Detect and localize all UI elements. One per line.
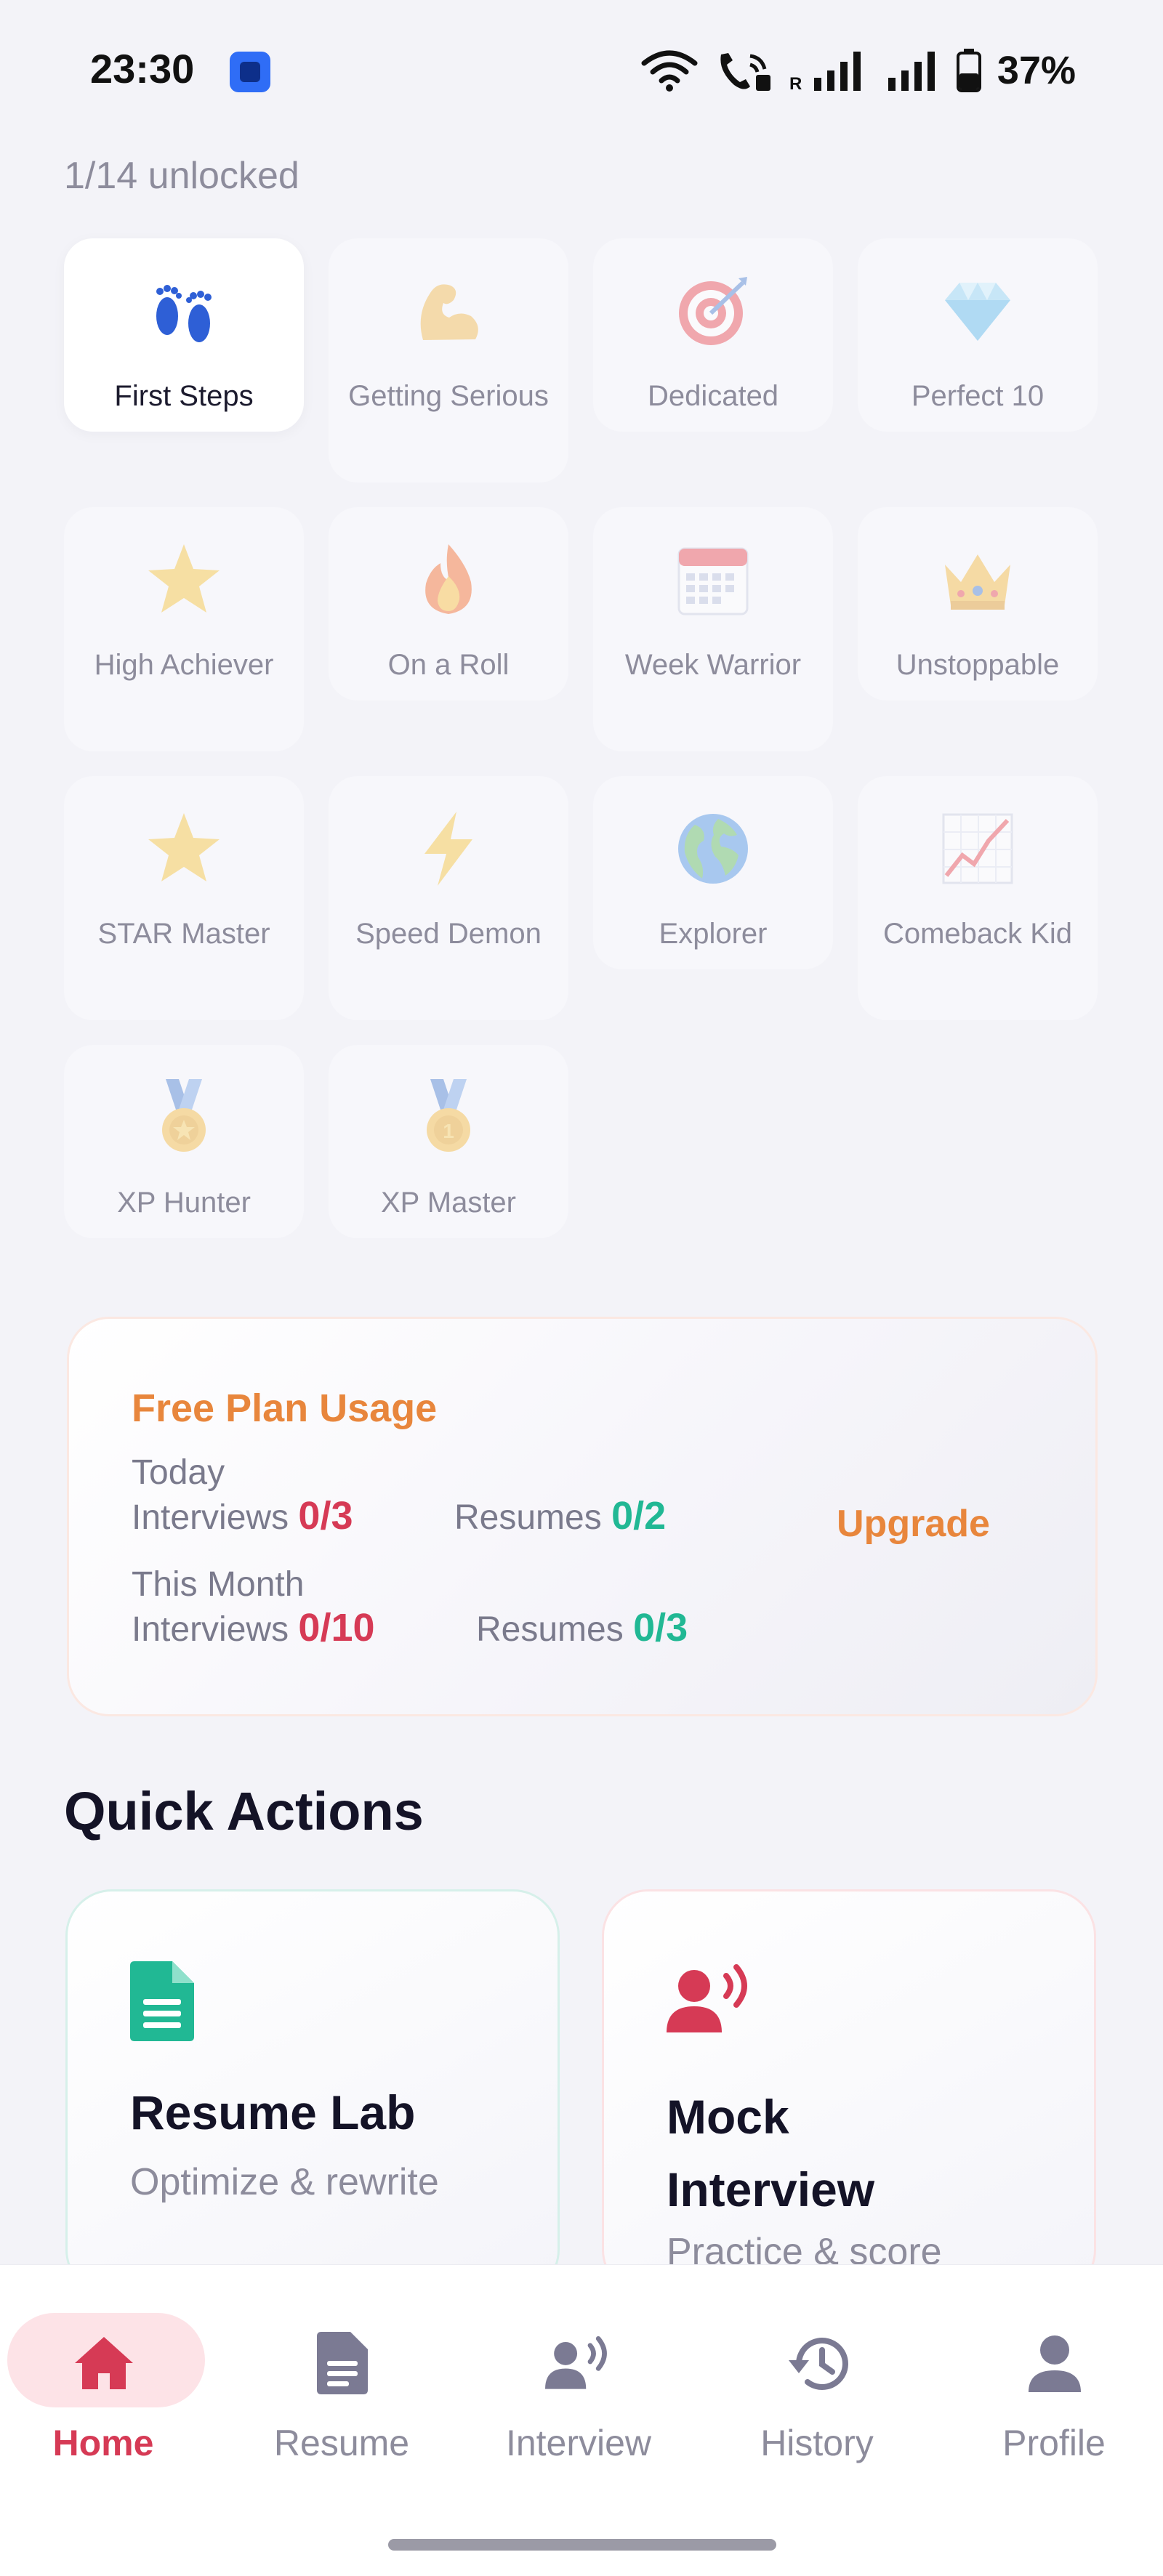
quick-actions-title: Quick Actions [64,1781,424,1841]
globe-icon [669,805,757,892]
medal-icon [140,1074,228,1161]
calendar-icon [669,536,757,623]
nav-home[interactable]: Home [0,2265,233,2483]
free-plan-usage-card: Free Plan Usage Today Interviews 0/3 Res… [67,1317,1098,1716]
star-icon [140,805,228,892]
signal-icon [888,52,935,91]
usage-today-label: Today [132,1453,225,1492]
usage-month-label: This Month [132,1565,305,1604]
lightning-icon [405,805,492,892]
usage-today-interviews: Interviews 0/3 [132,1493,353,1538]
nav-label: Resume [273,2423,410,2463]
achievement-label: Getting Serious [348,380,549,412]
achievement-label: High Achiever [94,649,274,681]
achievement-dedicated[interactable]: Dedicated [593,238,833,432]
flexed-bicep-icon [405,267,492,355]
medal-icon: 1 [405,1074,492,1161]
diamond-icon [934,267,1021,355]
achievement-label: First Steps [114,380,254,412]
resume-lab-card[interactable]: Resume Lab Optimize & rewrite [65,1889,560,2296]
nav-history[interactable]: History [701,2265,933,2483]
app-notification-icon [230,52,270,92]
achievement-label: Comeback Kid [882,918,1073,950]
trending-chart-icon [934,805,1021,892]
usage-today-resumes: Resumes 0/2 [454,1493,666,1538]
bottom-navigation: Home Resume Interview History Profile [0,2264,1163,2576]
today-interviews-value: 0/3 [298,1494,353,1538]
mock-interview-title-line2: Interview [667,2163,875,2216]
crown-icon [934,536,1021,623]
home-indicator[interactable] [388,2539,776,2551]
achievement-getting-serious[interactable]: Getting Serious [329,238,568,483]
achievement-label: Perfect 10 [911,380,1045,412]
status-bar: 23:30 R 37% [0,0,1163,138]
achievement-week-warrior[interactable]: Week Warrior [593,507,833,751]
achievement-speed-demon[interactable]: Speed Demon [329,776,568,1020]
achievement-xp-master[interactable]: 1 XP Master [329,1045,568,1238]
wifi-call-icon [720,53,770,91]
achievement-first-steps[interactable]: First Steps [64,238,304,432]
resume-lab-subtitle: Optimize & rewrite [130,2161,439,2203]
mock-interview-title-line1: Mock [667,2090,789,2144]
nav-resume[interactable]: Resume [225,2265,458,2483]
achievement-perfect-10[interactable]: Perfect 10 [858,238,1098,432]
nav-label: Interview [505,2423,652,2463]
home-icon [71,2330,137,2396]
achievement-high-achiever[interactable]: High Achiever [64,507,304,751]
nav-profile[interactable]: Profile [938,2265,1163,2483]
achievement-label: Dedicated [647,380,779,412]
achievement-label: Speed Demon [355,918,542,950]
achievement-label: Explorer [659,918,768,950]
status-icons: R 37% [641,45,1076,96]
achievement-xp-hunter[interactable]: XP Hunter [64,1045,304,1238]
star-icon [140,536,228,623]
resume-lab-title: Resume Lab [130,2086,416,2139]
battery-level: 37% [997,49,1076,92]
today-resumes-value: 0/2 [611,1494,667,1538]
status-time: 23:30 [90,46,195,92]
document-icon [310,2330,375,2396]
achievement-label: XP Master [381,1187,516,1219]
nav-label: History [760,2423,874,2463]
achievement-label: On a Roll [387,649,510,681]
achievement-label: STAR Master [97,918,270,950]
fire-icon [405,536,492,623]
nav-label: Home [52,2423,154,2463]
svg-text:R: R [789,74,802,92]
mock-interview-card[interactable]: Mock Interview Practice & score [602,1889,1096,2296]
month-resumes-value: 0/3 [633,1606,688,1650]
unlocked-count: 1/14 unlocked [64,155,299,197]
achievement-label: XP Hunter [117,1187,251,1219]
footprints-icon [140,267,228,355]
usage-month-interviews: Interviews 0/10 [132,1605,375,1650]
person-icon [1022,2330,1087,2396]
target-icon [669,267,757,355]
document-icon [130,1961,203,2041]
month-interviews-value: 0/10 [298,1606,375,1650]
signal-icon: R [789,52,861,92]
achievement-label: Week Warrior [624,649,802,681]
upgrade-button[interactable]: Upgrade [837,1502,990,1546]
wifi-icon [641,50,698,92]
interviews-label: Interviews [132,1610,289,1649]
achievement-on-a-roll[interactable]: On a Roll [329,507,568,700]
usage-month-resumes: Resumes 0/3 [476,1605,688,1650]
nav-label: Profile [1002,2423,1106,2463]
history-icon [785,2330,850,2396]
achievement-explorer[interactable]: Explorer [593,776,833,969]
achievement-unstoppable[interactable]: Unstoppable [858,507,1098,700]
resumes-label: Resumes [476,1610,624,1649]
home-screen: 23:30 R 37% 1/14 unlocked First Steps Ge… [0,0,1163,2576]
resumes-label: Resumes [454,1498,602,1537]
achievement-label: Unstoppable [896,649,1060,681]
speaking-person-icon [667,1961,747,2041]
achievement-comeback-kid[interactable]: Comeback Kid [858,776,1098,1020]
interviews-label: Interviews [132,1498,289,1537]
svg-text:1: 1 [443,1120,454,1142]
usage-title: Free Plan Usage [132,1386,438,1430]
battery-icon [956,49,981,92]
achievement-star-master[interactable]: STAR Master [64,776,304,1020]
speaking-person-icon [545,2330,611,2396]
nav-interview[interactable]: Interview [462,2265,695,2483]
